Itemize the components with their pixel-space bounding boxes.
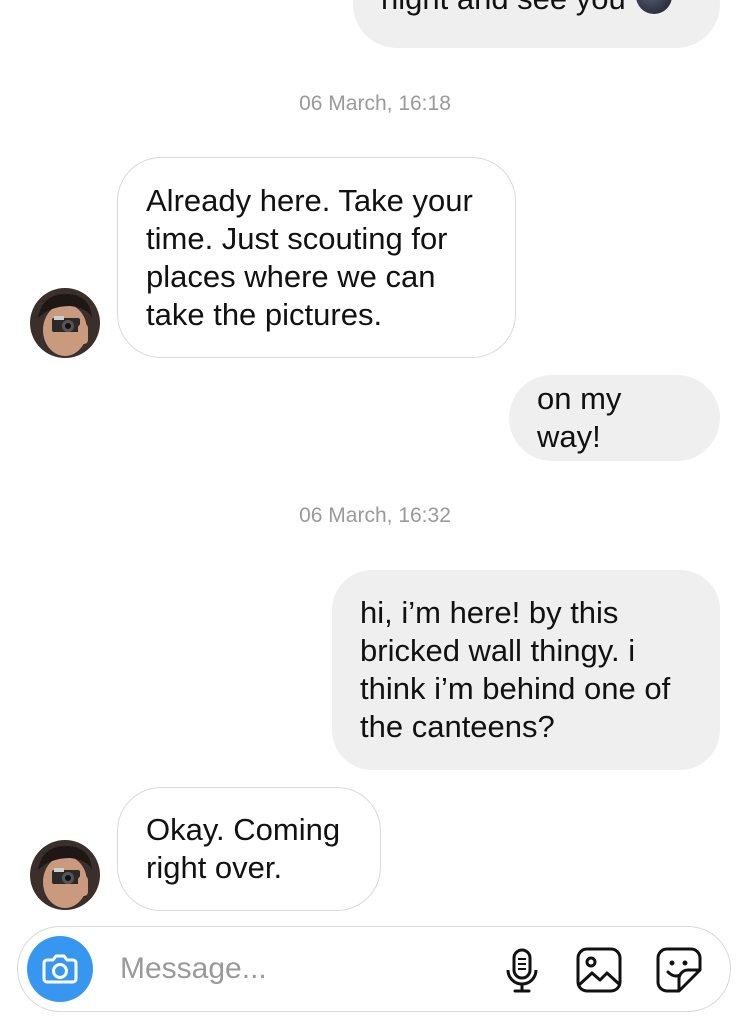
message-text: night and see you [381,0,626,18]
message-bubble-incoming[interactable]: Already here. Take your time. Just scout… [117,157,516,358]
message-text: on my way! [537,381,622,454]
message-bubble-incoming[interactable]: Okay. Coming right over. [117,787,381,911]
message-text: Already here. Take your time. Just scout… [146,182,473,332]
avatar[interactable] [30,840,100,910]
message-text: Okay. Coming right over. [146,812,341,885]
avatar-photo [30,840,100,910]
avatar[interactable] [30,288,100,358]
sticker-icon[interactable] [654,945,704,995]
message-input[interactable] [120,945,480,993]
message-text: hi, i’m here! by this bricked wall thing… [360,595,671,744]
timestamp: 06 March, 16:32 [299,504,451,527]
new-moon-face-icon [635,0,672,14]
camera-icon [42,954,78,984]
camera-button[interactable] [27,936,93,1002]
gallery-icon[interactable] [574,945,624,995]
message-bubble-outgoing[interactable]: hi, i’m here! by this bricked wall thing… [332,570,720,770]
message-bubble-outgoing-partial[interactable]: night and see you [353,0,720,48]
message-composer [17,926,731,1012]
microphone-icon[interactable] [497,945,547,995]
message-bubble-outgoing[interactable]: on my way! [509,375,720,461]
timestamp: 06 March, 16:18 [299,92,451,115]
avatar-photo [30,288,100,358]
